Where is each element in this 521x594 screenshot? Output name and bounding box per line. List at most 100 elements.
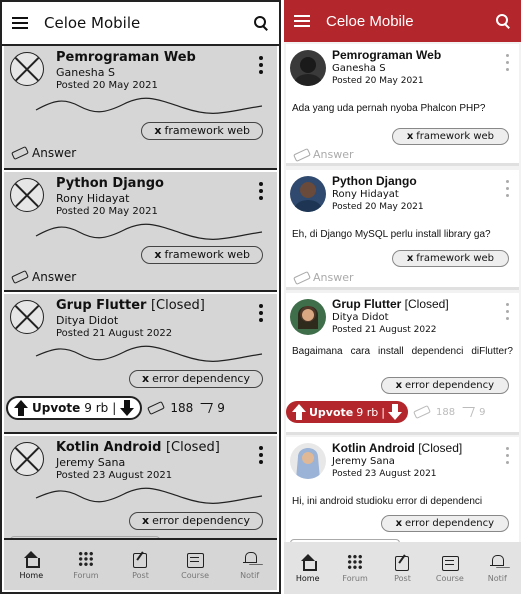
tag-chip[interactable]: x error dependency bbox=[129, 370, 263, 388]
tag-chip[interactable]: x framework web bbox=[391, 128, 509, 145]
pencil-icon[interactable] bbox=[413, 404, 431, 420]
post-icon bbox=[394, 554, 410, 571]
post-author: Ganesha S bbox=[56, 66, 115, 79]
pencil-icon bbox=[293, 270, 311, 285]
up-arrow-icon bbox=[292, 404, 306, 420]
post-title[interactable]: Python Django bbox=[332, 174, 417, 188]
post-title[interactable]: Kotlin Android [Closed] bbox=[56, 440, 220, 455]
upvote-button[interactable]: Upvote 9 rb | bbox=[6, 396, 143, 420]
more-options-icon[interactable] bbox=[259, 182, 263, 200]
search-icon[interactable] bbox=[253, 15, 269, 31]
post-card[interactable]: Pemrograman Web Ganesha S Posted 20 May … bbox=[286, 44, 519, 166]
post-card[interactable]: Python Django Rony Hidayat Posted 20 May… bbox=[4, 172, 277, 292]
nav-home[interactable]: Home bbox=[286, 553, 330, 583]
post-title[interactable]: Python Django bbox=[56, 176, 164, 191]
pencil-icon[interactable] bbox=[147, 400, 166, 416]
post-card[interactable]: Python Django Rony Hidayat Posted 20 May… bbox=[286, 170, 519, 290]
answer-count: 188 bbox=[435, 406, 456, 418]
post-card[interactable]: Pemrograman Web Ganesha S Posted 20 May … bbox=[4, 46, 277, 170]
text-placeholder-squiggle bbox=[35, 345, 263, 362]
post-card[interactable]: Kotlin Android [Closed] Jeremy Sana Post… bbox=[286, 437, 519, 547]
menu-icon[interactable] bbox=[294, 15, 310, 27]
more-options-icon[interactable] bbox=[259, 446, 263, 464]
nav-forum[interactable]: Forum bbox=[333, 553, 377, 583]
course-icon bbox=[441, 554, 459, 571]
post-title[interactable]: Pemrograman Web bbox=[56, 50, 196, 65]
post-author: Jeremy Sana bbox=[332, 456, 395, 467]
more-options-icon[interactable] bbox=[506, 447, 509, 465]
menu-icon[interactable] bbox=[12, 17, 28, 29]
forum-icon bbox=[77, 550, 94, 567]
post-title[interactable]: Grup Flutter [Closed] bbox=[332, 297, 449, 311]
post-author: Ganesha S bbox=[332, 63, 386, 74]
post-title[interactable]: Pemrograman Web bbox=[332, 48, 441, 62]
post-date: Posted 21 August 2022 bbox=[56, 328, 173, 339]
post-title[interactable]: Kotlin Android [Closed] bbox=[332, 441, 462, 455]
answer-button[interactable]: Answer bbox=[293, 270, 354, 285]
nav-post[interactable]: Post bbox=[380, 554, 424, 583]
pencil-icon bbox=[11, 269, 29, 285]
down-arrow-icon[interactable] bbox=[387, 404, 402, 420]
post-date: Posted 20 May 2021 bbox=[56, 206, 158, 217]
nav-notif[interactable]: Notif bbox=[475, 554, 519, 583]
nav-course[interactable]: Course bbox=[428, 554, 472, 583]
share-count: 9 bbox=[479, 406, 486, 418]
more-options-icon[interactable] bbox=[259, 304, 263, 322]
vote-row: Upvote 9 rb | 188 9 bbox=[6, 396, 275, 420]
pencil-icon bbox=[11, 145, 29, 161]
more-options-icon[interactable] bbox=[506, 180, 509, 198]
app-bar: Celoe Mobile bbox=[2, 2, 279, 46]
text-placeholder-squiggle bbox=[35, 223, 263, 240]
answer-button[interactable]: Answer bbox=[11, 269, 76, 285]
search-icon[interactable] bbox=[495, 13, 511, 29]
tag-chip[interactable]: x framework web bbox=[141, 122, 263, 140]
share-icon[interactable] bbox=[197, 403, 214, 413]
post-body: Ada yang uda pernah nyoba Phalcon PHP? bbox=[292, 103, 486, 114]
answer-button[interactable]: Answer bbox=[293, 147, 354, 162]
app-title: Celoe Mobile bbox=[326, 12, 414, 30]
avatar-placeholder bbox=[10, 178, 44, 212]
post-date: Posted 20 May 2021 bbox=[56, 80, 158, 91]
answer-count: 188 bbox=[170, 401, 194, 415]
post-card[interactable]: Kotlin Android [Closed] Jeremy Sana Post… bbox=[4, 436, 277, 544]
forum-icon bbox=[347, 553, 364, 570]
share-icon[interactable] bbox=[459, 407, 475, 417]
down-arrow-icon[interactable] bbox=[120, 400, 135, 416]
tag-chip[interactable]: x error dependency bbox=[380, 377, 509, 394]
post-date: Posted 21 August 2022 bbox=[332, 325, 437, 335]
notif-icon bbox=[489, 554, 505, 570]
tag-chip[interactable]: x framework web bbox=[391, 250, 509, 267]
tag-chip[interactable]: x error dependency bbox=[129, 512, 263, 530]
avatar-placeholder bbox=[10, 442, 44, 476]
more-options-icon[interactable] bbox=[259, 56, 263, 74]
nav-post[interactable]: Post bbox=[118, 551, 162, 580]
vote-row: Upvote 9 rb | 188 9 bbox=[286, 401, 519, 423]
nav-home[interactable]: Home bbox=[9, 550, 53, 580]
answer-button[interactable]: Answer bbox=[11, 145, 76, 161]
post-date: Posted 20 May 2021 bbox=[332, 202, 424, 212]
post-icon bbox=[132, 551, 148, 568]
post-author: Ditya Didot bbox=[56, 314, 119, 327]
more-options-icon[interactable] bbox=[506, 54, 509, 72]
tag-chip[interactable]: x error dependency bbox=[380, 515, 509, 532]
post-date: Posted 23 August 2021 bbox=[332, 469, 437, 479]
post-author: Rony Hidayat bbox=[56, 192, 130, 205]
post-card[interactable]: Grup Flutter [Closed] Ditya Didot Posted… bbox=[286, 293, 519, 435]
more-options-icon[interactable] bbox=[506, 303, 509, 321]
bottom-nav: Home Forum Post Course Notif bbox=[4, 538, 277, 590]
post-body: Eh, di Django MySQL perlu install librar… bbox=[292, 229, 491, 240]
upvote-button[interactable]: Upvote 9 rb | bbox=[286, 401, 408, 423]
tag-chip[interactable]: x framework web bbox=[141, 246, 263, 264]
nav-forum[interactable]: Forum bbox=[64, 550, 108, 580]
post-card[interactable]: Grup Flutter [Closed] Ditya Didot Posted… bbox=[4, 294, 277, 434]
app-title: Celoe Mobile bbox=[44, 14, 141, 32]
up-arrow-icon bbox=[14, 400, 28, 416]
post-title[interactable]: Grup Flutter [Closed] bbox=[56, 298, 205, 313]
nav-course[interactable]: Course bbox=[173, 551, 217, 580]
post-author: Jeremy Sana bbox=[56, 456, 126, 469]
nav-notif[interactable]: Notif bbox=[228, 551, 272, 580]
avatar-placeholder bbox=[10, 52, 44, 86]
avatar bbox=[290, 443, 326, 479]
post-author: Ditya Didot bbox=[332, 312, 389, 323]
mockup-panel: Celoe Mobile Pemrograman Web Ganesha S P… bbox=[284, 0, 521, 594]
